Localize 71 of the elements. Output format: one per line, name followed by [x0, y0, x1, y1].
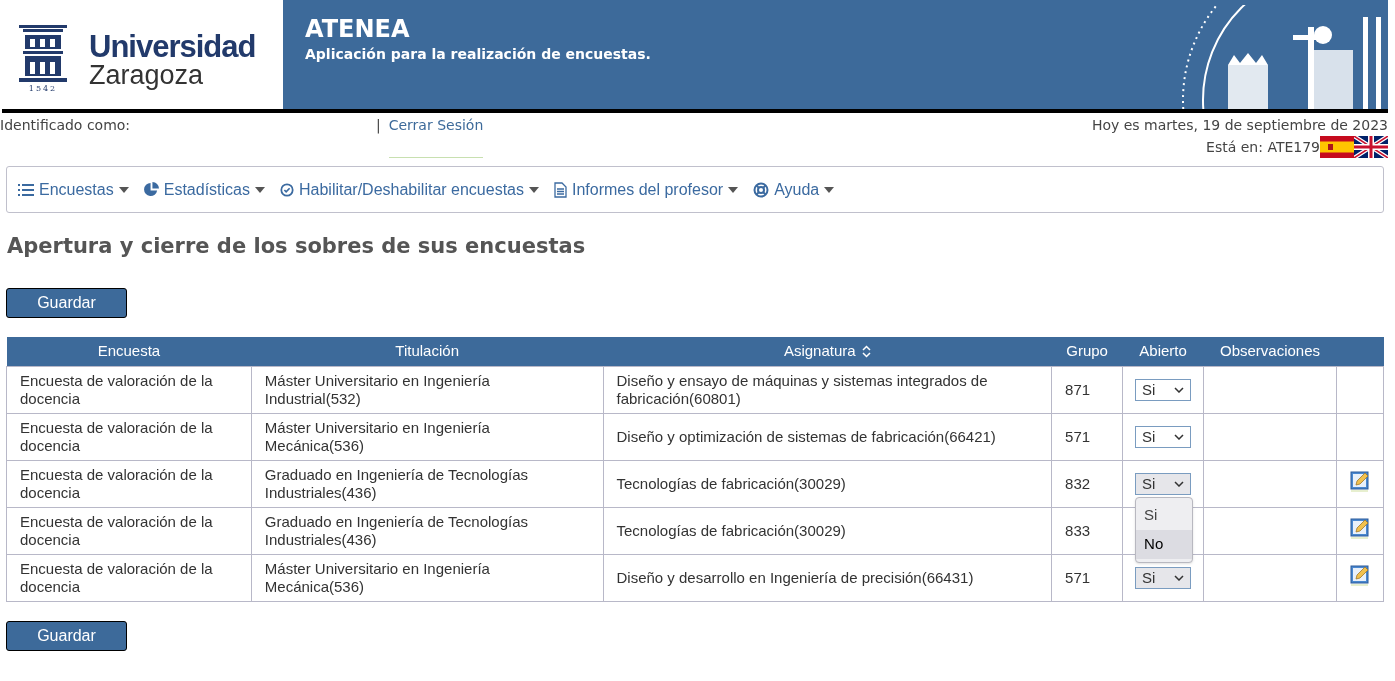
column-header: Titulación [395, 341, 459, 361]
edit-icon[interactable] [1350, 469, 1370, 492]
table-cell: Graduado en Ingeniería de Tecnologías Industriales(436) [264, 466, 529, 501]
table-cell: Tecnologías de fabricación(30029) [616, 522, 846, 539]
dropdown-option[interactable]: Si [1136, 501, 1193, 530]
open-select[interactable]: Si [1135, 473, 1192, 495]
chevron-down-icon [1174, 575, 1185, 581]
uk-flag-icon[interactable] [1354, 136, 1388, 158]
table-cell: Máster Universitario en Ingeniería Mecánica(536) [264, 419, 490, 454]
app-title: ATENEA [305, 14, 411, 44]
chevron-down-icon [1174, 387, 1185, 393]
edit-icon[interactable] [1350, 563, 1370, 586]
table-cell: 571 [1065, 568, 1091, 586]
table-cell: Diseño y optimización de sistemas de fabricación(66421) [616, 428, 996, 445]
open-select[interactable]: Si [1135, 567, 1192, 589]
menu-item[interactable]: Encuestas [18, 177, 129, 202]
caret-icon [824, 186, 835, 193]
logo-city: Zaragoza [89, 61, 205, 89]
menu-item[interactable]: Habilitar/Deshabilitar encuestas [280, 177, 539, 202]
document-icon [554, 181, 567, 198]
logo-name: Universidad [89, 30, 256, 62]
table-cell: Máster Universitario en Ingeniería Mecánica(536) [264, 560, 490, 595]
app-subtitle: Aplicación para la realización de encuestas. [305, 45, 651, 64]
chevron-down-icon [1174, 481, 1185, 487]
table-cell: 571 [1065, 427, 1091, 445]
sort-icon[interactable] [861, 344, 871, 358]
building-logo-icon [19, 24, 67, 83]
table-cell: 832 [1065, 474, 1091, 492]
logo-year: 1542 [28, 82, 58, 95]
column-header: Grupo [1066, 341, 1108, 361]
table-cell: Máster Universitario en Ingeniería Industrial(532) [264, 372, 490, 407]
caret-icon [529, 186, 539, 193]
table-cell: Diseño y ensayo de máquinas y sistemas integrados de fabricación(60801) [616, 372, 988, 407]
page-title: Apertura y cierre de los sobres de sus encuestas [7, 233, 587, 260]
caret-icon [118, 186, 129, 193]
table-cell: Graduado en Ingeniería de Tecnologías Industriales(436) [264, 513, 529, 548]
list-icon [18, 182, 34, 197]
save-button[interactable]: Guardar [6, 621, 127, 651]
table-cell: Encuesta de valoración de la docencia [20, 372, 213, 407]
check-circle-icon [280, 182, 294, 197]
save-button[interactable]: Guardar [6, 287, 127, 318]
table-cell: Encuesta de valoración de la docencia [20, 513, 213, 548]
chevron-down-icon [1174, 434, 1185, 440]
date-text: Hoy es martes, 19 de septiembre de 2023 [1091, 116, 1388, 135]
column-header: Encuesta [97, 341, 161, 361]
column-header: Abierto [1139, 341, 1187, 361]
menu-item[interactable]: Ayuda [753, 177, 835, 202]
table-cell: Diseño y desarrollo en Ingeniería de precisión(66431) [616, 569, 974, 586]
table-cell: 833 [1065, 521, 1091, 539]
spain-flag-icon[interactable] [1320, 136, 1354, 158]
dropdown-option[interactable]: No [1136, 530, 1193, 559]
caret-icon [255, 186, 265, 193]
open-select[interactable]: Si [1135, 426, 1192, 448]
table-cell: Encuesta de valoración de la docencia [20, 419, 213, 454]
table-cell: 871 [1065, 380, 1091, 398]
location-text: Está en: ATE179 [1206, 137, 1320, 157]
table-cell: Encuesta de valoración de la docencia [20, 560, 213, 595]
column-header[interactable]: Asignatura [783, 340, 856, 363]
edit-icon[interactable] [1350, 516, 1370, 539]
separator-text: | [376, 116, 381, 136]
menu-item[interactable]: Estadísticas [143, 177, 265, 202]
table-cell: Tecnologías de fabricación(30029) [616, 475, 846, 492]
menu-item[interactable]: Informes del profesor [554, 177, 739, 202]
logout-link[interactable]: Cerrar Sesión [388, 115, 484, 158]
column-header: Observaciones [1220, 341, 1321, 361]
identified-label: Identificado como: [0, 116, 132, 135]
table-cell: Encuesta de valoración de la docencia [20, 466, 213, 501]
lifebuoy-icon [753, 181, 770, 198]
caret-icon [728, 186, 739, 193]
pie-chart-icon [143, 182, 159, 197]
open-select[interactable]: Si [1135, 379, 1192, 401]
